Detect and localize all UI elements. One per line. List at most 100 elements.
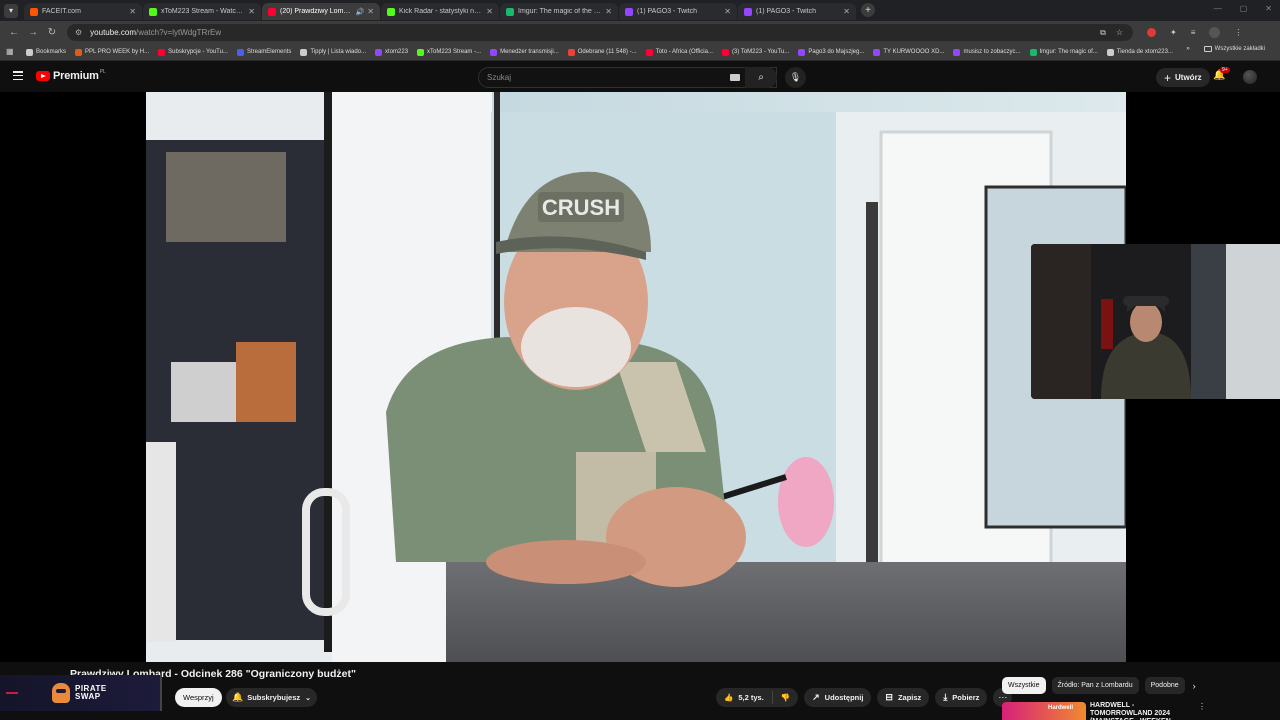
bookmark-item[interactable]: (3) ToM223 - YouTu... xyxy=(721,48,789,56)
share-button[interactable]: ↗ Udostępnij xyxy=(804,688,872,707)
back-icon[interactable]: ← xyxy=(6,25,22,41)
filter-chip[interactable]: Wszystkie xyxy=(1002,677,1046,694)
recommended-video[interactable]: Hardwell HARDWELL - TOMORROWLAND 2024 (M… xyxy=(1002,702,1280,720)
bookmark-item[interactable]: Imgur: The magic of... xyxy=(1029,48,1098,56)
bookmark-icon: ⊟ xyxy=(885,692,893,702)
tab-audio-icon[interactable]: 🔊 xyxy=(356,8,365,16)
guide-menu-icon[interactable] xyxy=(13,71,23,80)
notifications-button[interactable]: 🔔 9+ xyxy=(1213,67,1230,84)
download-button[interactable]: ⤓ Pobierz xyxy=(935,688,988,707)
browser-tab[interactable]: FACEIT.com ✕ xyxy=(24,3,142,20)
tab-search-icon[interactable]: ▾ xyxy=(4,3,18,18)
related-filter-chips: Wszystkie Źródło: Pan z Lombardu Podobne › xyxy=(1002,677,1196,694)
bookmark-item[interactable]: Odebrane (11 548) -... xyxy=(567,48,637,56)
browser-tab[interactable]: Imgur: The magic of the Interne✕ xyxy=(500,3,618,20)
search-button[interactable]: ⌕ xyxy=(745,67,777,88)
profile-avatar[interactable] xyxy=(1209,27,1221,38)
browser-tab[interactable]: (1) PAGO3 - Twitch ✕ xyxy=(738,3,856,20)
search-input[interactable]: Szukaj xyxy=(478,67,777,88)
extensions-puzzle-icon[interactable]: ✦ xyxy=(1170,28,1177,37)
cast-icon[interactable]: ⧉ xyxy=(1100,28,1106,38)
bookmark-item[interactable]: PPL PRO WEEK by H... xyxy=(75,48,149,56)
keyboard-icon[interactable] xyxy=(730,74,740,81)
bookmark-item[interactable]: Pago3 do Majszjeg... xyxy=(798,48,864,56)
channel-brand: PIRATE SWAP xyxy=(75,685,107,701)
more-vertical-icon[interactable]: ⋮ xyxy=(1198,702,1206,720)
browser-tab[interactable]: xToM223 Stream - Watch Live o✕ xyxy=(143,3,261,20)
media-icon[interactable]: ≡ xyxy=(1191,28,1196,37)
folder-icon xyxy=(1203,46,1212,52)
bookmark-favicon-icon xyxy=(567,48,575,56)
like-dislike-group: 👍 5,2 tys. 👎 xyxy=(716,688,799,707)
plus-icon: + xyxy=(1164,70,1172,85)
forward-icon[interactable]: → xyxy=(25,25,41,41)
bookmark-item[interactable]: Subskrypcje - YouTu... xyxy=(158,48,228,56)
video-frame[interactable]: CRUSH xyxy=(146,92,1126,662)
bookmark-favicon-icon xyxy=(300,48,308,56)
apps-grid-icon[interactable]: ▦ xyxy=(6,47,16,57)
tab-title: xToM223 Stream - Watch Live o xyxy=(161,8,246,15)
like-button[interactable]: 👍 5,2 tys. xyxy=(716,691,773,704)
browser-tab[interactable]: Kick Radar - statystyki na żywo!✕ xyxy=(381,3,499,20)
download-icon: ⤓ xyxy=(943,692,948,702)
url-path: /watch?v=lytWdgTRrEw xyxy=(135,28,222,37)
channel-banner[interactable]: PIRATE SWAP xyxy=(0,675,162,711)
bookmark-star-icon[interactable]: ☆ xyxy=(1116,28,1123,38)
tab-close-icon[interactable]: ✕ xyxy=(367,7,374,16)
recommended-thumbnail[interactable]: Hardwell xyxy=(1002,702,1086,720)
bookmarks-more-icon[interactable]: » xyxy=(1186,46,1189,52)
save-button[interactable]: ⊟ Zapisz xyxy=(877,688,930,707)
chevron-right-icon[interactable]: › xyxy=(1193,681,1196,691)
tab-close-icon[interactable]: ✕ xyxy=(486,7,493,16)
decor-line xyxy=(6,692,18,694)
bookmark-item[interactable]: xToM223 Stream -... xyxy=(417,48,481,56)
create-label: Utwórz xyxy=(1175,73,1202,82)
all-bookmarks-button[interactable]: Wszystkie zakładki xyxy=(1203,46,1265,52)
bell-outline-icon: 🔔 xyxy=(232,692,244,702)
webcam-image xyxy=(1031,244,1280,399)
browser-menu-icon[interactable]: ⋮ xyxy=(1234,28,1242,37)
voice-search-button[interactable]: 🎙 xyxy=(785,67,806,88)
youtube-logo[interactable]: Premium PL xyxy=(36,69,106,82)
notifications-badge: 9+ xyxy=(1220,67,1230,73)
video-scene-image: CRUSH xyxy=(146,92,1126,662)
tab-close-icon[interactable]: ✕ xyxy=(248,7,255,16)
browser-tab[interactable]: (1) PAGO3 - Twitch ✕ xyxy=(619,3,737,20)
url-field[interactable]: ⚙ youtube.com/watch?v=lytWdgTRrEw ⧉ ☆ xyxy=(67,24,1133,41)
tab-close-icon[interactable]: ✕ xyxy=(843,7,850,16)
new-tab-button[interactable]: + xyxy=(861,3,875,17)
bookmark-list: Bookmarks PPL PRO WEEK by H... Subskrypcje… xyxy=(26,48,1182,56)
tab-close-icon[interactable]: ✕ xyxy=(724,7,731,16)
search-icon: ⌕ xyxy=(758,72,764,83)
extension-red-icon[interactable] xyxy=(1147,28,1156,37)
bookmark-item[interactable]: musisz to zobaczyc... xyxy=(953,48,1021,56)
minimize-icon[interactable]: — xyxy=(1214,4,1222,13)
bookmark-item[interactable]: Tipply | Lista wiado... xyxy=(300,48,366,56)
recommended-title[interactable]: HARDWELL - TOMORROWLAND 2024 (MAINSTAGE … xyxy=(1090,702,1196,720)
browser-tab[interactable]: (20) Prawdziwy Lombard - O🔊✕ xyxy=(262,3,380,20)
close-window-icon[interactable]: ✕ xyxy=(1265,4,1272,13)
tab-close-icon[interactable]: ✕ xyxy=(605,7,612,16)
bookmark-item[interactable]: StreamElements xyxy=(236,48,291,56)
dislike-button[interactable]: 👎 xyxy=(773,693,798,702)
bookmark-item[interactable]: xtom223 xyxy=(375,48,408,56)
bookmark-item[interactable]: TY KURWOOOO XD... xyxy=(873,48,944,56)
subscribed-button[interactable]: 🔔 Subskrybujesz ⌄ xyxy=(226,688,318,707)
bookmark-item[interactable]: Bookmarks xyxy=(26,48,66,56)
tab-close-icon[interactable]: ✕ xyxy=(129,7,136,16)
bookmark-item[interactable]: Menedżer transmisji... xyxy=(490,48,559,56)
tab-title: Imgur: The magic of the Interne xyxy=(518,8,602,15)
support-button[interactable]: Wesprzyj xyxy=(175,688,222,707)
thumbnail-label: Hardwell xyxy=(1048,705,1074,711)
reload-icon[interactable]: ↻ xyxy=(44,25,60,41)
maximize-icon[interactable]: ▢ xyxy=(1240,4,1248,13)
video-player[interactable]: CRUSH xyxy=(0,92,1280,662)
bookmark-item[interactable]: Toto - Africa (Officia... xyxy=(645,48,713,56)
account-avatar[interactable] xyxy=(1243,70,1257,84)
filter-chip[interactable]: Podobne xyxy=(1144,677,1185,694)
site-info-icon[interactable]: ⚙ xyxy=(75,28,82,37)
create-button[interactable]: + Utwórz xyxy=(1156,68,1210,87)
thumbs-down-icon: 👎 xyxy=(780,693,791,702)
filter-chip[interactable]: Źródło: Pan z Lombardu xyxy=(1051,677,1139,694)
bookmark-item[interactable]: Tienda de xtom223... xyxy=(1106,48,1173,56)
